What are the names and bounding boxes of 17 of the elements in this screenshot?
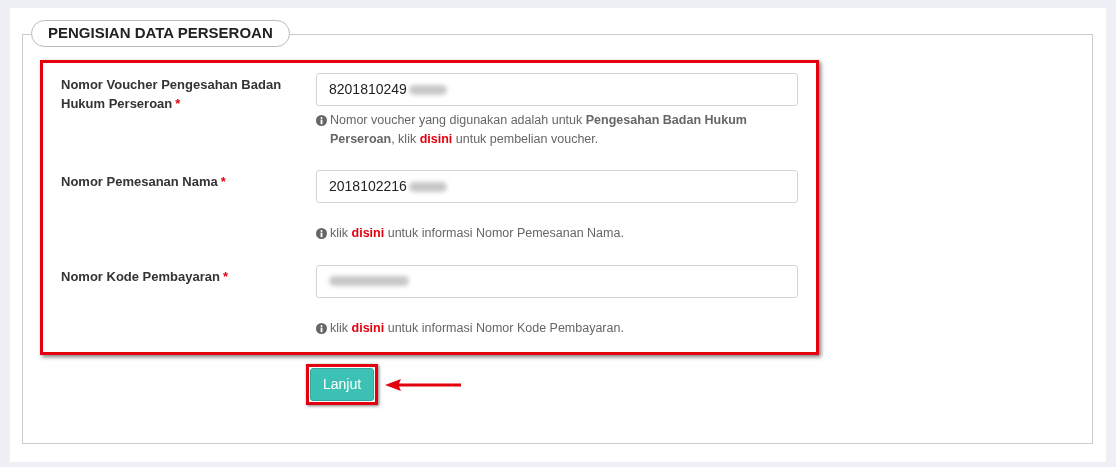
input-field[interactable] <box>316 264 798 298</box>
help-text: Nomor voucher yang digunakan adalah untuk Pengesahan Badan Hukum Perseroan, klik disini untuk pembelian voucher. <box>330 112 748 148</box>
link[interactable]: disini <box>419 132 453 146</box>
info-icon <box>316 228 327 240</box>
help-text: klik disini untuk informasi Nomor Pemesanan Nama. <box>330 225 625 243</box>
section-title: PENGISIAN DATA PERSEROAN <box>31 20 290 47</box>
arrow-icon <box>383 377 464 392</box>
input-field[interactable]: 8201810249 <box>316 73 798 106</box>
link[interactable]: disini <box>351 226 385 241</box>
field-label: Nomor Voucher Pengesahan Badan Hukum Perseroan * <box>61 76 283 113</box>
help-text: klik disini untuk informasi Nomor Kode Pembayaran. <box>330 319 625 337</box>
info-icon <box>316 115 327 126</box>
info-icon <box>316 322 327 334</box>
field-label: Nomor Pemesanan Nama * <box>61 173 227 192</box>
input-field[interactable]: 2018102216 <box>316 170 798 204</box>
link[interactable]: disini <box>351 320 385 335</box>
field-label: Nomor Kode Pembayaran * <box>61 267 229 286</box>
